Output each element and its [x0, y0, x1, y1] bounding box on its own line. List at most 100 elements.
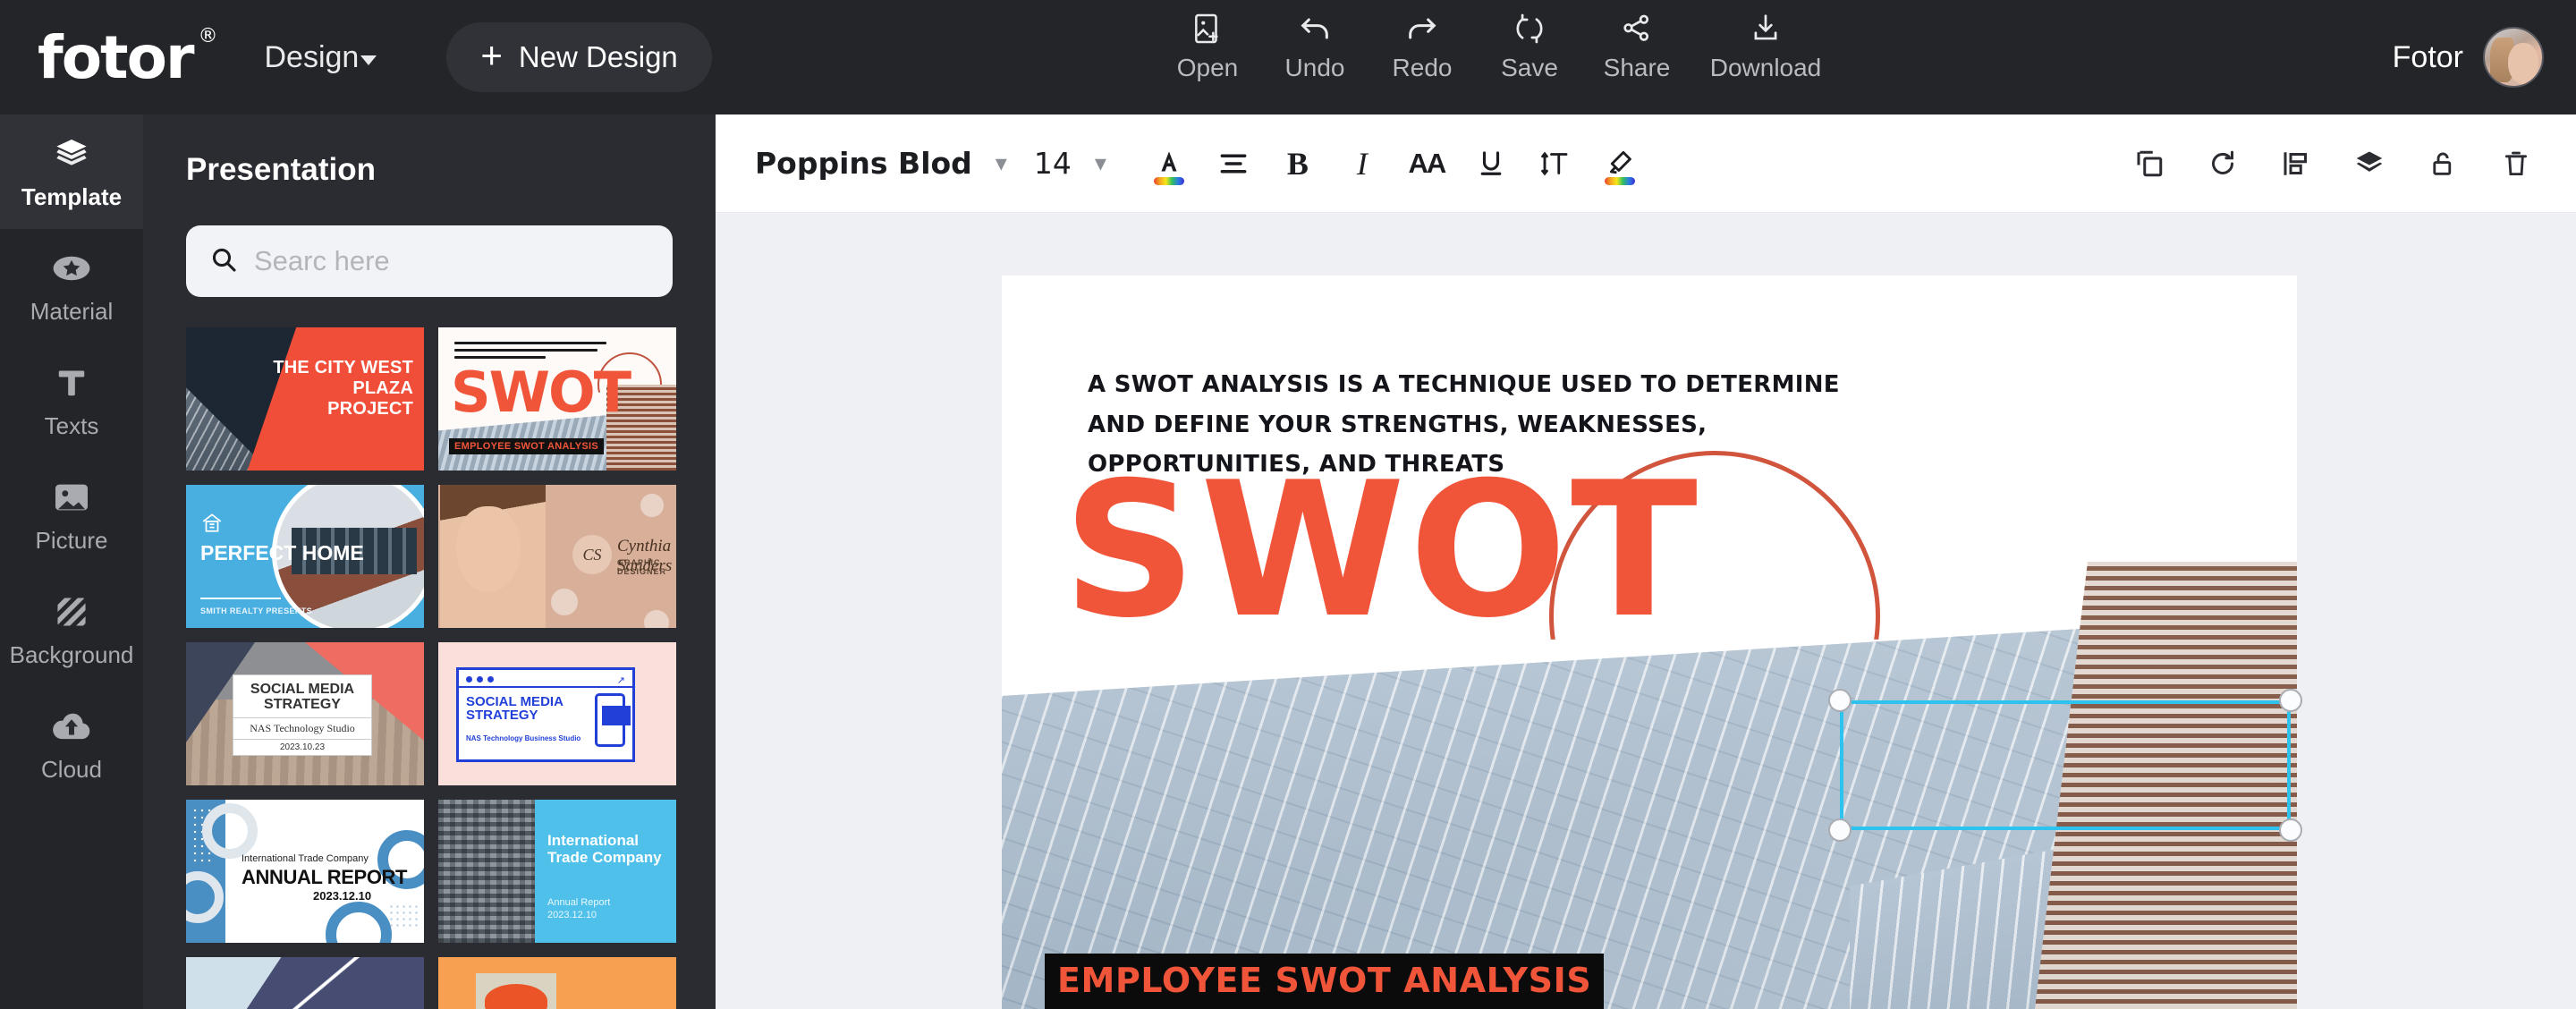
color-swatch: [1604, 176, 1635, 185]
delete-icon[interactable]: [2483, 131, 2549, 197]
format-toolbar: Poppins Blod ▾ 14 ▾ B I AA: [716, 114, 2576, 213]
selection-frame[interactable]: [1828, 689, 2302, 842]
paragraph-line: A SWOT ANALYSIS IS A TECHNIQUE USED TO D…: [1088, 371, 1840, 398]
chevron-down-icon: [360, 55, 377, 65]
logo-text: fotor: [38, 22, 194, 92]
font-family-select[interactable]: Poppins Blod: [755, 146, 972, 181]
template-card-subtitle: NAS Technology Studio: [233, 717, 371, 739]
star-badge-icon: [52, 248, 91, 289]
envelope-icon: [602, 706, 631, 725]
decorative-dot: [551, 589, 578, 615]
paragraph-line: AND DEFINE YOUR STRENGTHS, WEAKNESSES,: [1088, 411, 1707, 438]
template-card-title: SWOT: [451, 360, 631, 425]
template-card-international-trade-company[interactable]: International Trade Company Annual Repor…: [438, 800, 676, 943]
font-size-select[interactable]: 14: [1034, 146, 1072, 181]
undo-arrow-icon: [1296, 9, 1334, 48]
dot-pattern: [388, 903, 419, 930]
template-card-title: THE CITY WEST PLAZA PROJECT: [273, 358, 413, 419]
home-icon: [200, 512, 224, 533]
sidebar-item-texts[interactable]: Texts: [0, 343, 143, 458]
template-card-title: International Trade Company: [547, 832, 662, 867]
redo-label: Redo: [1392, 54, 1453, 81]
highlight-color-icon[interactable]: [1588, 131, 1652, 196]
redo-button[interactable]: Redo: [1368, 9, 1476, 82]
design-menu[interactable]: Design: [265, 40, 377, 75]
template-card-title: SOCIAL MEDIA STRATEGY: [250, 682, 355, 712]
template-card-social-media-strategy-photo[interactable]: SOCIAL MEDIA STRATEGY NAS Technology Stu…: [186, 642, 424, 785]
lock-icon[interactable]: [2410, 131, 2476, 197]
resize-handle-bottom-left[interactable]: [1828, 818, 1852, 842]
account-area[interactable]: Fotor: [2393, 0, 2544, 114]
search-input[interactable]: Searc here: [186, 225, 673, 297]
new-design-label: New Design: [518, 40, 678, 73]
ring-shape: [202, 803, 258, 859]
divider: [200, 598, 281, 599]
resize-handle-top-right[interactable]: [2279, 689, 2302, 712]
image-add-icon: [1191, 9, 1224, 48]
resize-handle-top-left[interactable]: [1828, 689, 1852, 712]
redo-arrow-icon: [1403, 9, 1441, 48]
open-button[interactable]: Open: [1154, 9, 1261, 82]
sync-save-icon: [1513, 9, 1546, 48]
plus-icon: +: [480, 34, 503, 76]
sidebar-item-cloud[interactable]: Cloud: [0, 687, 143, 801]
sidebar-item-picture[interactable]: Picture: [0, 458, 143, 572]
window-titlebar: ↗: [459, 670, 632, 688]
sidebar-item-material[interactable]: Material: [0, 229, 143, 343]
sidebar-item-material-label: Material: [30, 297, 114, 325]
duplicate-icon[interactable]: [2116, 131, 2182, 197]
portrait-photo: [440, 485, 546, 628]
slide[interactable]: A SWOT ANALYSIS IS A TECHNIQUE USED TO D…: [1002, 276, 2297, 1009]
cloud-upload-icon: [51, 706, 92, 747]
letter-case-icon[interactable]: AA: [1394, 131, 1459, 196]
resize-handle-bottom-right[interactable]: [2279, 818, 2302, 842]
slide-headline[interactable]: SWOT: [1063, 458, 1701, 644]
template-card-swot-employee-analysis[interactable]: SWOT EMPLOYEE SWOT ANALYSIS: [438, 327, 676, 471]
browser-window-shape: ↗ SOCIAL MEDIA STRATEGY NAS Technology B…: [456, 667, 635, 762]
top-header: fotor ® Design + New Design Open Undo Re…: [0, 0, 2576, 114]
template-card-house-dark-presentation[interactable]: [186, 957, 424, 1009]
align-icon[interactable]: [2263, 131, 2329, 197]
save-label: Save: [1501, 54, 1558, 81]
registered-mark-icon: ®: [198, 24, 218, 47]
slide-tag[interactable]: EMPLOYEE SWOT ANALYSIS: [1045, 954, 1605, 1009]
hatch-square-icon: [53, 591, 90, 632]
save-button[interactable]: Save: [1476, 9, 1583, 82]
italic-icon[interactable]: I: [1330, 131, 1394, 196]
underline-icon[interactable]: [1459, 131, 1523, 196]
download-button[interactable]: Download: [1690, 9, 1841, 82]
picture-icon: [52, 477, 91, 518]
rotate-icon[interactable]: [2190, 131, 2256, 197]
share-button[interactable]: Share: [1583, 9, 1690, 82]
left-rail: Template Material Texts Picture Backgrou…: [0, 114, 143, 1009]
text-color-icon[interactable]: [1137, 131, 1201, 196]
canvas-stage[interactable]: A SWOT ANALYSIS IS A TECHNIQUE USED TO D…: [716, 213, 2576, 1009]
sidebar-item-background-label: Background: [9, 640, 134, 668]
bold-icon[interactable]: B: [1266, 131, 1330, 196]
text-align-icon[interactable]: [1201, 131, 1266, 196]
line-height-icon[interactable]: [1523, 131, 1588, 196]
chevron-down-icon[interactable]: ▾: [1095, 149, 1106, 177]
fotor-logo[interactable]: fotor ®: [38, 22, 218, 92]
header-tool-cluster: Open Undo Redo Save Share Download: [1154, 9, 1841, 82]
date-text: 2023.12.10: [547, 910, 597, 921]
format-icon-group: B I AA: [1137, 131, 1652, 196]
chevron-down-icon[interactable]: ▾: [996, 149, 1007, 177]
panel-title: Presentation: [186, 152, 376, 187]
template-card-cynthia-orange[interactable]: CYNTHIA: [438, 957, 676, 1009]
template-card-the-city-west-plaza-project[interactable]: THE CITY WEST PLAZA PROJECT: [186, 327, 424, 471]
object-action-group: [2116, 131, 2549, 197]
new-design-button[interactable]: + New Design: [446, 22, 712, 92]
template-card-annual-report[interactable]: International Trade Company ANNUAL REPOR…: [186, 800, 424, 943]
template-card-subtitle: SMITH REALTY PRESENTS: [200, 606, 313, 615]
avatar[interactable]: [2483, 27, 2544, 88]
layers-order-icon[interactable]: [2336, 131, 2402, 197]
design-menu-label: Design: [264, 39, 360, 74]
template-card-social-media-strategy-blue[interactable]: ↗ SOCIAL MEDIA STRATEGY NAS Technology B…: [438, 642, 676, 785]
undo-button[interactable]: Undo: [1261, 9, 1368, 82]
template-card-subtitle: Annual Report 2023.12.10: [547, 896, 610, 922]
sidebar-item-template[interactable]: Template: [0, 114, 143, 229]
template-card-perfect-home[interactable]: PERFECT HOME SMITH REALTY PRESENTS: [186, 485, 424, 628]
template-card-cynthia-sanders[interactable]: CS Cynthia Sanders GRAPHIC DESIGNER: [438, 485, 676, 628]
sidebar-item-background[interactable]: Background: [0, 572, 143, 687]
